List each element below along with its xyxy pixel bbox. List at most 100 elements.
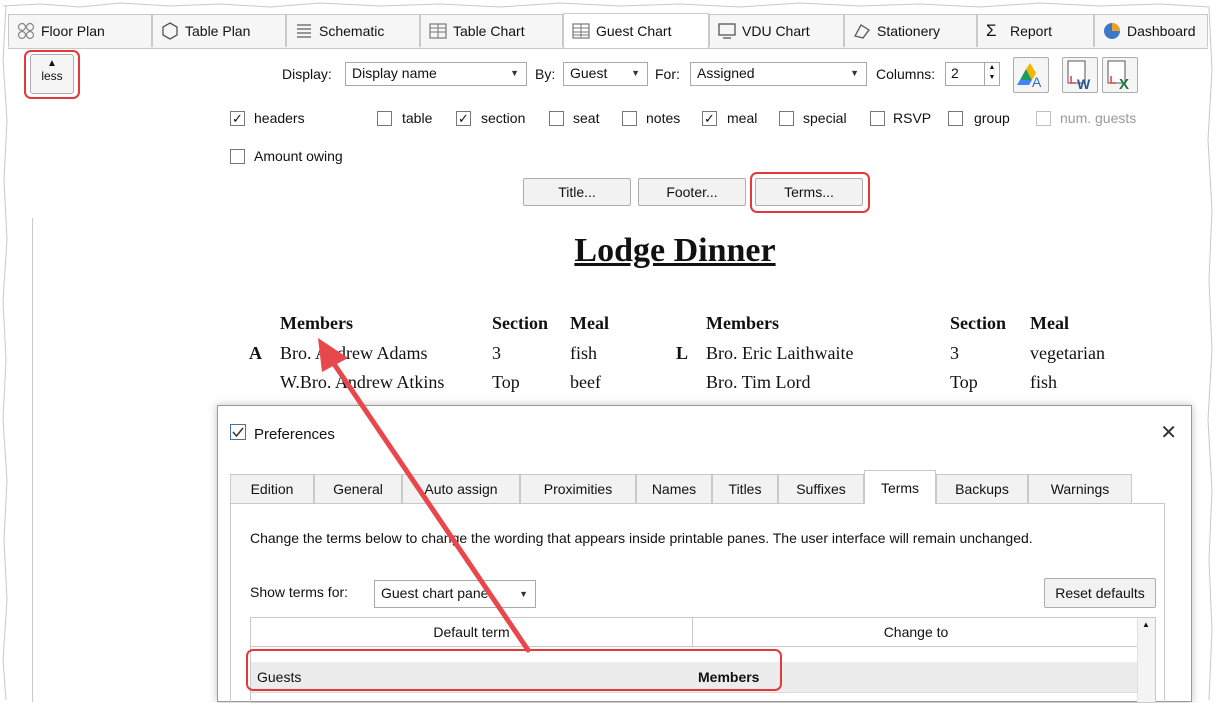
special-checkbox[interactable]	[779, 111, 794, 126]
tab-label: Table Chart	[453, 23, 525, 39]
footer-button[interactable]: Footer...	[638, 178, 746, 206]
tab-vdu-chart[interactable]: VDU Chart	[709, 14, 844, 47]
meal-checkbox[interactable]: ✓	[702, 111, 717, 126]
chart-pane-border	[32, 218, 33, 702]
dialog-title: Preferences	[254, 426, 335, 443]
display-label: Display:	[282, 66, 332, 82]
tab-label: VDU Chart	[742, 23, 810, 39]
rsvp-checkbox[interactable]	[870, 111, 885, 126]
spinner-arrows-icon[interactable]: ▲ ▼	[984, 63, 999, 85]
special-label: special	[803, 110, 847, 126]
table-label: table	[402, 110, 433, 126]
tab-label: Report	[1010, 23, 1053, 39]
tab-table-plan[interactable]: Table Plan	[152, 14, 286, 47]
tab-general[interactable]: General	[314, 474, 402, 503]
main-tab-strip: Floor Plan Table Plan Schematic Table Ch…	[8, 13, 1208, 49]
tab-backups[interactable]: Backups	[936, 474, 1028, 503]
schematic-icon	[297, 24, 311, 38]
guest-section: Top	[492, 372, 520, 392]
tab-terms[interactable]: Terms	[864, 470, 936, 504]
tab-stationery[interactable]: Stationery	[844, 14, 977, 47]
scroll-up-icon[interactable]: ▲	[1142, 620, 1150, 629]
guest-section: 3	[492, 343, 501, 363]
amount-owing-checkbox[interactable]	[230, 149, 245, 164]
section-checkbox[interactable]: ✓	[456, 111, 471, 126]
columns-label: Columns:	[876, 66, 936, 82]
tab-schematic[interactable]: Schematic	[286, 14, 420, 47]
display-value: Display name	[352, 65, 437, 81]
columns-value: 2	[951, 65, 959, 81]
tab-floor-plan[interactable]: Floor Plan	[8, 14, 152, 47]
tab-dashboard[interactable]: Dashboard	[1094, 14, 1208, 47]
display-select[interactable]: Display name ▼	[345, 62, 527, 86]
letter-heading: L	[676, 343, 689, 363]
num-guests-label: num. guests	[1060, 110, 1137, 126]
svg-text:W: W	[1077, 76, 1091, 92]
show-terms-select[interactable]: Guest chart pane ▼	[374, 580, 536, 608]
stationery-icon	[854, 24, 870, 39]
chevron-down-icon: ▼	[631, 68, 640, 78]
svg-text:A: A	[1032, 74, 1042, 90]
column-header-meal: Meal	[1030, 313, 1069, 333]
tab-warnings[interactable]: Warnings	[1028, 474, 1132, 503]
group-label: group	[974, 110, 1010, 126]
svg-text:X: X	[1119, 76, 1129, 92]
column-header-name: Members	[280, 313, 353, 333]
for-value: Assigned	[697, 65, 755, 81]
tab-titles[interactable]: Titles	[712, 474, 778, 503]
tab-report[interactable]: Σ Report	[977, 14, 1094, 47]
table-checkbox[interactable]	[377, 111, 392, 126]
google-export-button[interactable]: A	[1013, 57, 1049, 93]
tab-label: Table Plan	[185, 23, 251, 39]
word-export-button[interactable]: W	[1062, 57, 1098, 93]
tab-label: Floor Plan	[41, 23, 105, 39]
amount-owing-label: Amount owing	[254, 148, 343, 164]
tab-label: Schematic	[319, 23, 385, 39]
column-header-change[interactable]: Change to	[693, 618, 1139, 646]
title-button[interactable]: Title...	[523, 178, 631, 206]
pie-icon	[1104, 23, 1120, 39]
column-header-default[interactable]: Default term	[251, 618, 693, 646]
chevron-down-icon: ▼	[519, 589, 528, 599]
guest-name: Bro. Eric Laithwaite	[706, 343, 854, 363]
columns-spinner[interactable]: 2 ▲ ▼	[945, 62, 1000, 86]
tab-proximities[interactable]: Proximities	[520, 474, 636, 503]
highlight-terms	[750, 172, 870, 213]
grid-header: Default term Change to	[251, 618, 1139, 647]
highlight-row	[246, 649, 782, 691]
notes-checkbox[interactable]	[622, 111, 637, 126]
monitor-icon	[718, 23, 736, 39]
guest-meal: beef	[570, 372, 601, 392]
chevron-down-icon: ▼	[510, 68, 519, 78]
guest-section: 3	[950, 343, 959, 363]
column-header-name: Members	[706, 313, 779, 333]
for-select[interactable]: Assigned ▼	[690, 62, 867, 86]
tab-names[interactable]: Names	[636, 474, 712, 503]
vertical-scrollbar[interactable]: ▲	[1137, 618, 1155, 702]
tab-table-chart[interactable]: Table Chart	[420, 14, 563, 47]
tab-auto-assign[interactable]: Auto assign	[402, 474, 520, 503]
guest-name: W.Bro. Andrew Atkins	[280, 372, 445, 392]
by-select[interactable]: Guest ▼	[563, 62, 648, 86]
table-plan-icon	[162, 22, 178, 40]
show-terms-value: Guest chart pane	[381, 585, 489, 601]
tab-suffixes[interactable]: Suffixes	[778, 474, 864, 503]
excel-export-button[interactable]: X	[1102, 57, 1138, 93]
tab-label: Stationery	[877, 23, 941, 39]
reset-defaults-button[interactable]: Reset defaults	[1044, 578, 1156, 608]
preferences-dialog: Preferences ✕ Edition General Auto assig…	[217, 405, 1192, 703]
seat-label: seat	[573, 110, 600, 126]
seat-checkbox[interactable]	[549, 111, 564, 126]
group-checkbox[interactable]	[948, 111, 963, 126]
close-icon[interactable]: ✕	[1160, 420, 1177, 445]
column-header-section: Section	[492, 313, 548, 333]
column-header-section: Section	[950, 313, 1006, 333]
tab-edition[interactable]: Edition	[230, 474, 314, 503]
by-value: Guest	[570, 65, 608, 81]
preferences-tab-strip: Edition General Auto assign Proximities …	[230, 470, 1165, 504]
excel-export-icon: X	[1107, 60, 1129, 93]
guest-meal: fish	[570, 343, 597, 363]
headers-checkbox[interactable]: ✓	[230, 111, 245, 126]
tab-label: Dashboard	[1127, 23, 1196, 39]
tab-guest-chart[interactable]: Guest Chart	[563, 13, 709, 48]
